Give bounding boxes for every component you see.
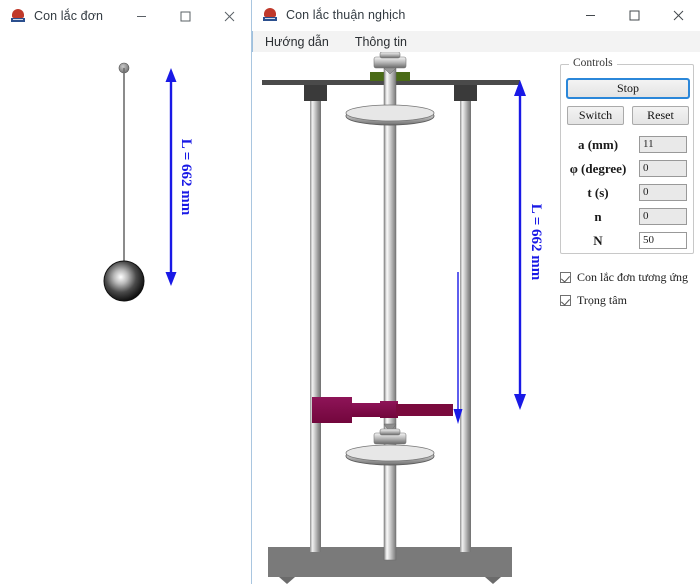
stop-button[interactable]: Stop: [566, 78, 690, 99]
simple-pendulum-window: Con lắc đơn L = 662 mm: [0, 0, 252, 584]
reset-button[interactable]: Reset: [632, 106, 689, 125]
field-input-n[interactable]: 0: [639, 208, 687, 225]
bottom-knife-edge: [373, 423, 407, 445]
right-bracket: [454, 85, 477, 101]
menubar: Hướng dẫn Thông tin: [252, 31, 700, 54]
length-arrow: [165, 68, 177, 286]
field-input-phi[interactable]: 0: [639, 160, 687, 177]
maximize-icon[interactable]: [612, 0, 656, 31]
simple-pendulum-canvas: L = 662 mm: [103, 62, 194, 302]
field-row-a: a (mm) 11: [561, 133, 695, 156]
simple-pendulum-length-label: L = 662 mm: [178, 139, 194, 216]
upper-disc-weight: [345, 104, 435, 126]
reversible-pendulum-canvas: L = 662 mm: [262, 52, 544, 584]
right-window-client-area: L = 662 mm Controls Stop Switch Reset a …: [252, 52, 700, 584]
maximize-icon[interactable]: [163, 0, 207, 32]
close-icon[interactable]: [207, 0, 251, 32]
right-support-post: [460, 90, 471, 552]
checkbox-indicator[interactable]: [560, 272, 571, 283]
checkbox-label: Trọng tâm: [577, 293, 627, 307]
right-window-titlebar[interactable]: Con lắc thuận nghịch: [252, 0, 700, 31]
left-support-post: [310, 90, 321, 552]
field-label-n: n: [594, 208, 602, 224]
field-label-phi: φ (degree): [569, 160, 627, 176]
menu-item-thong-tin[interactable]: Thông tin: [352, 34, 410, 50]
field-row-N: N 50: [561, 229, 695, 252]
right-window-title: Con lắc thuận nghịch: [286, 8, 406, 22]
field-input-a[interactable]: 11: [639, 136, 687, 153]
pendulum-bob: [103, 260, 145, 302]
left-window-title: Con lắc đơn: [34, 9, 104, 23]
minimize-icon[interactable]: [119, 0, 163, 32]
reversible-pendulum-window: Con lắc thuận nghịch Hướng dẫn Thông tin: [252, 0, 700, 584]
left-window-controls: [119, 0, 251, 32]
field-label-N-total: N: [593, 232, 603, 248]
field-label-t: t (s): [587, 184, 609, 200]
left-bracket: [304, 85, 327, 101]
apparatus-length-label: L = 662 mm: [528, 204, 544, 281]
checkbox-label: Con lắc đơn tương ứng: [577, 270, 689, 284]
sliding-weight[interactable]: [312, 397, 453, 423]
app-logo-icon: [10, 8, 26, 24]
switch-button[interactable]: Switch: [567, 106, 624, 125]
controls-panel: Controls Stop Switch Reset a (mm) 11 φ (…: [560, 57, 695, 254]
field-row-n: n 0: [561, 205, 695, 228]
field-label-a: a (mm): [577, 136, 619, 152]
menu-item-huong-dan[interactable]: Hướng dẫn: [262, 34, 332, 50]
field-input-t[interactable]: 0: [639, 184, 687, 201]
minimize-icon[interactable]: [568, 0, 612, 31]
app-logo-icon: [262, 7, 278, 23]
field-row-phi: φ (degree) 0: [561, 157, 695, 180]
field-row-t: t (s) 0: [561, 181, 695, 204]
checkbox-trong-tam[interactable]: Trọng tâm: [560, 293, 627, 308]
close-icon[interactable]: [656, 0, 700, 31]
lower-disc-weight: [345, 444, 435, 466]
checkbox-indicator[interactable]: [560, 295, 571, 306]
right-window-controls: [568, 0, 700, 31]
length-arrow: [514, 80, 526, 410]
left-window-titlebar[interactable]: Con lắc đơn: [0, 0, 251, 33]
top-knife-edge: [373, 52, 407, 75]
controls-legend: Controls: [569, 57, 617, 69]
checkbox-con-lac-don-tuong-ung[interactable]: Con lắc đơn tương ứng: [560, 270, 688, 285]
field-input-N-total[interactable]: 50: [639, 232, 687, 249]
